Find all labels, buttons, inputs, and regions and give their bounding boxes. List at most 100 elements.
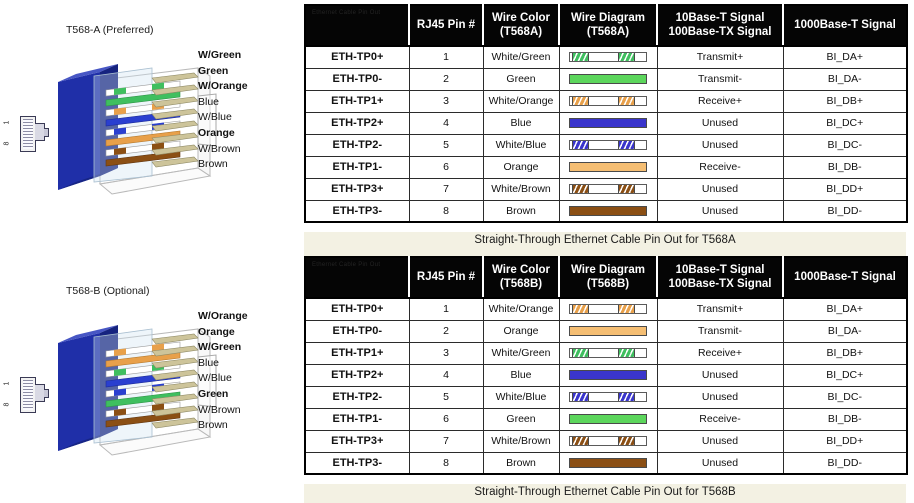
table-row: ETH-TP1- 6 Orange Receive- BI_DB- (304, 155, 908, 179)
jack-pin-1-label-a: 1 (3, 120, 11, 125)
table-row: ETH-TP3- 8 Brown Unused BI_DD- (304, 451, 908, 475)
cell-wire-color: Green (482, 407, 560, 431)
cell-wire-color: Orange (482, 155, 560, 179)
wire-graphic (569, 414, 647, 424)
wire-graphic (569, 326, 647, 336)
cell-rj45-pin: 6 (408, 155, 484, 179)
cell-1000-signal: BI_DB+ (782, 341, 908, 365)
cell-wire-color: White/Green (482, 341, 560, 365)
wire-graphic (569, 96, 647, 106)
cell-rj45-pin: 2 (408, 67, 484, 91)
header-rj45-pin-a: RJ45 Pin # (409, 5, 484, 47)
cell-1000-signal: BI_DB- (782, 155, 908, 179)
cell-wire-color: Brown (482, 199, 560, 223)
table-row: ETH-TP2+ 4 Blue Unused BI_DC+ (304, 363, 908, 387)
header-blank-b: Ethernet Cable Pin Out (305, 257, 410, 299)
rj45-jack-icon-b: 1 8 (3, 373, 50, 417)
wire-label-b-4: Blue (198, 356, 220, 369)
header-1000base-signal-b: 1000Base-T Signal (783, 257, 907, 299)
cell-1000-signal: BI_DB- (782, 407, 908, 431)
cell-10-100-signal: Transmit- (656, 319, 784, 343)
cell-wire-color: White/Blue (482, 385, 560, 409)
wire-label-a-5: W/Blue (198, 111, 232, 124)
table-row: ETH-TP0+ 1 White/Green Transmit+ BI_DA+ (304, 45, 908, 69)
table-header-row-b: Ethernet Cable Pin Out RJ45 Pin # Wire C… (305, 257, 907, 299)
header-wire-color-a: Wire Color (T568A) (483, 5, 560, 47)
cell-pair-name: ETH-TP2+ (304, 363, 410, 387)
pinout-table-t568b: Ethernet Cable Pin Out RJ45 Pin # Wire C… (304, 256, 908, 475)
wire-graphic (569, 52, 647, 63)
table-header-row-a: Ethernet Cable Pin Out RJ45 Pin # Wire C… (305, 5, 907, 47)
cell-1000-signal: BI_DC- (782, 133, 908, 157)
cell-1000-signal: BI_DD- (782, 451, 908, 475)
cell-pair-name: ETH-TP1- (304, 155, 410, 179)
wire-graphic (569, 348, 647, 358)
table-body-b: ETH-TP0+ 1 White/Orange Transmit+ BI_DA+ ETH-… (304, 297, 908, 475)
cell-10-100-signal: Unused (656, 133, 784, 157)
header-10base-signal-a: 10Base-T Signal 100Base-TX Signal (657, 5, 784, 47)
cell-wire-color: White/Brown (482, 429, 560, 453)
cell-wire-diagram (558, 363, 658, 387)
wire-graphic (569, 304, 647, 315)
cell-1000-signal: BI_DA- (782, 319, 908, 343)
cell-pair-name: ETH-TP1+ (304, 341, 410, 365)
cell-wire-color: Green (482, 67, 560, 91)
wire-label-a-4: Blue (198, 95, 220, 108)
wire-graphic (569, 436, 647, 446)
cell-10-100-signal: Transmit+ (656, 45, 784, 69)
cell-wire-color: White/Orange (482, 89, 560, 113)
cell-1000-signal: BI_DC+ (782, 111, 908, 135)
wire-graphic (569, 140, 647, 150)
jack-pin-1-label-b: 1 (3, 381, 11, 386)
cell-rj45-pin: 1 (408, 45, 484, 69)
cell-wire-diagram (558, 199, 658, 223)
cell-rj45-pin: 1 (408, 297, 484, 321)
wire-graphic (569, 118, 647, 128)
cell-rj45-pin: 3 (408, 89, 484, 113)
header-wire-diagram-b: Wire Diagram (T568B) (559, 257, 658, 299)
cell-pair-name: ETH-TP3+ (304, 429, 410, 453)
cell-1000-signal: BI_DD+ (782, 177, 908, 201)
header-wire-diagram-a: Wire Diagram (T568A) (559, 5, 658, 47)
cell-wire-color: White/Blue (482, 133, 560, 157)
cell-10-100-signal: Receive- (656, 155, 784, 179)
cell-10-100-signal: Unused (656, 111, 784, 135)
cell-wire-color: White/Orange (482, 297, 560, 321)
header-blank-a: Ethernet Cable Pin Out (305, 5, 410, 47)
wire-label-a-1: W/Green (198, 49, 242, 61)
header-10base-signal-b: 10Base-T Signal 100Base-TX Signal (657, 257, 784, 299)
table-caption-t568a: Straight-Through Ethernet Cable Pin Out … (304, 232, 906, 249)
cell-rj45-pin: 4 (408, 111, 484, 135)
table-caption-t568b: Straight-Through Ethernet Cable Pin Out … (304, 484, 906, 501)
header-wire-color-b: Wire Color (T568B) (483, 257, 560, 299)
table-row: ETH-TP0+ 1 White/Orange Transmit+ BI_DA+ (304, 297, 908, 321)
cell-1000-signal: BI_DC- (782, 385, 908, 409)
diagram-t568b: T568-B (Optional) 1 8 W/Orange Orange W/… (0, 285, 300, 500)
rj45-jack-icon-a: 1 8 (3, 112, 50, 156)
cell-pair-name: ETH-TP1+ (304, 89, 410, 113)
cell-pair-name: ETH-TP2- (304, 133, 410, 157)
cell-rj45-pin: 3 (408, 341, 484, 365)
wire-color-list-b: W/Orange Orange W/Green Blue W/Blue Gree… (198, 309, 248, 434)
cell-wire-color: Brown (482, 451, 560, 475)
table-row: ETH-TP2+ 4 Blue Unused BI_DC+ (304, 111, 908, 135)
cell-1000-signal: BI_DA+ (782, 297, 908, 321)
cell-1000-signal: BI_DA- (782, 67, 908, 91)
cell-pair-name: ETH-TP0+ (304, 45, 410, 69)
cell-pair-name: ETH-TP3- (304, 451, 410, 475)
cell-wire-diagram (558, 45, 658, 69)
cell-wire-diagram (558, 155, 658, 179)
cell-pair-name: ETH-TP3- (304, 199, 410, 223)
cell-10-100-signal: Transmit+ (656, 297, 784, 321)
table-row: ETH-TP2- 5 White/Blue Unused BI_DC- (304, 385, 908, 409)
pinout-reference-page: T568-A (Preferred) 1 8 W/Green Green W/O… (0, 0, 914, 503)
cell-pair-name: ETH-TP2+ (304, 111, 410, 135)
cell-wire-color: Blue (482, 111, 560, 135)
wire-label-a-7: W/Brown (198, 142, 241, 155)
wire-label-b-5: W/Blue (198, 372, 232, 385)
cell-10-100-signal: Unused (656, 363, 784, 387)
cell-pair-name: ETH-TP0- (304, 67, 410, 91)
cell-1000-signal: BI_DA+ (782, 45, 908, 69)
wire-label-a-3: W/Orange (198, 80, 248, 93)
cell-rj45-pin: 2 (408, 319, 484, 343)
